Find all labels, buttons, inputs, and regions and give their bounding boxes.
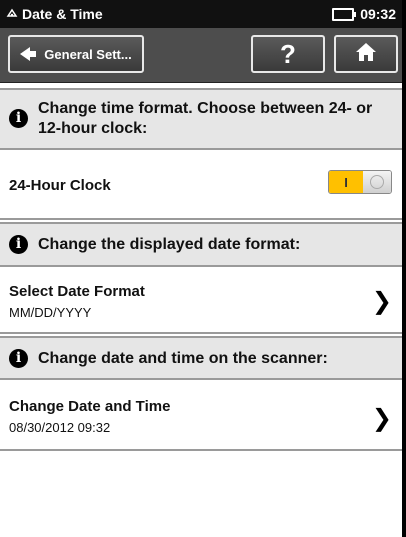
help-button[interactable]: ? bbox=[251, 35, 325, 73]
status-bar-right: 09:32 bbox=[332, 6, 402, 22]
back-button[interactable]: General Sett... bbox=[8, 35, 144, 73]
chevron-right-icon: ❯ bbox=[371, 404, 392, 432]
info-icon: i bbox=[9, 109, 28, 128]
datetime-info-text: Change date and time on the scanner: bbox=[38, 350, 328, 367]
time-format-info-text: Change time format. Choose between 24- o… bbox=[38, 100, 373, 137]
home-button[interactable] bbox=[334, 35, 398, 73]
info-icon: i bbox=[9, 235, 28, 254]
date-format-info: i Change the displayed date format: bbox=[0, 222, 402, 267]
select-date-format-title: Select Date Format bbox=[9, 283, 145, 300]
change-datetime-value: 08/30/2012 09:32 bbox=[9, 420, 111, 435]
status-bar-left: Date & Time bbox=[0, 6, 103, 22]
hour-clock-label: 24-Hour Clock bbox=[9, 177, 111, 194]
toolbar: General Sett... ? bbox=[0, 28, 402, 83]
hour-clock-row: 24-Hour Clock I bbox=[0, 150, 402, 220]
home-icon bbox=[355, 42, 377, 67]
time-format-info: i Change time format. Choose between 24-… bbox=[0, 88, 402, 150]
scanner-icon bbox=[6, 6, 18, 22]
info-icon: i bbox=[9, 349, 28, 368]
select-date-format-value: MM/DD/YYYY bbox=[9, 305, 92, 320]
change-datetime-row[interactable]: Change Date and Time 08/30/2012 09:32 ❯ bbox=[0, 380, 402, 451]
screen: Date & Time 09:32 General Sett... ? i Ch… bbox=[0, 0, 406, 537]
battery-icon bbox=[332, 7, 357, 21]
toggle-knob bbox=[363, 171, 391, 193]
back-button-label: General Sett... bbox=[44, 46, 132, 62]
toggle-on-segment: I bbox=[329, 171, 363, 193]
help-button-label: ? bbox=[280, 38, 296, 69]
chevron-right-icon: ❯ bbox=[371, 287, 392, 315]
status-bar: Date & Time 09:32 bbox=[0, 0, 402, 28]
datetime-info: i Change date and time on the scanner: bbox=[0, 336, 402, 380]
change-datetime-title: Change Date and Time bbox=[9, 398, 171, 415]
back-arrow-icon bbox=[20, 47, 37, 61]
date-format-info-text: Change the displayed date format: bbox=[38, 236, 301, 253]
window-title: Date & Time bbox=[22, 6, 103, 22]
hour-clock-toggle[interactable]: I bbox=[328, 170, 392, 194]
clock-time: 09:32 bbox=[360, 6, 396, 22]
select-date-format-row[interactable]: Select Date Format MM/DD/YYYY ❯ bbox=[0, 267, 402, 334]
